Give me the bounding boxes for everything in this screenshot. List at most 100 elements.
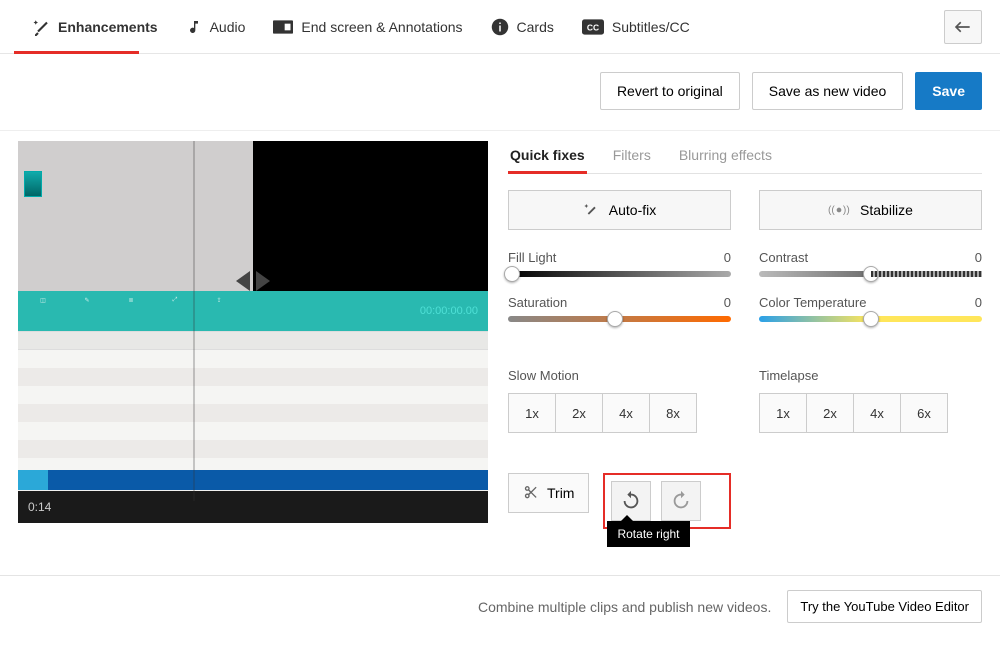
- fill-light-slider[interactable]: [508, 271, 731, 277]
- rotate-controls-highlight: Rotate right: [603, 473, 731, 529]
- save-button[interactable]: Save: [915, 72, 982, 110]
- tab-label: Subtitles/CC: [612, 19, 690, 35]
- contrast-control: Contrast 0: [759, 250, 982, 277]
- speed-option[interactable]: 1x: [759, 393, 807, 433]
- slider-value: 0: [724, 250, 731, 265]
- tool-icon[interactable]: ⤢: [160, 297, 190, 325]
- svg-text:CC: CC: [587, 22, 599, 32]
- tab-enhancements[interactable]: Enhancements: [18, 0, 172, 53]
- tool-icon[interactable]: ◫: [28, 297, 58, 325]
- info-icon: [491, 18, 509, 36]
- start-button-area: [18, 470, 48, 490]
- tool-icon[interactable]: ≣: [116, 297, 146, 325]
- contrast-slider[interactable]: [759, 271, 982, 277]
- speed-option[interactable]: 1x: [508, 393, 556, 433]
- cc-icon: CC: [582, 19, 604, 35]
- tab-subtitles[interactable]: CC Subtitles/CC: [568, 0, 704, 53]
- timecode: 00:00:00.00: [420, 305, 478, 317]
- slow-motion-label: Slow Motion: [508, 368, 731, 383]
- fill-light-control: Fill Light 0: [508, 250, 731, 277]
- timelapse-options: 1x 2x 4x 6x: [759, 393, 982, 433]
- timeline-tracks: [18, 350, 488, 470]
- preview-compare[interactable]: Original Preview: [18, 141, 488, 291]
- stabilize-icon: (()): [828, 202, 850, 218]
- timeline[interactable]: [18, 331, 488, 491]
- speed-option[interactable]: 4x: [853, 393, 901, 433]
- subtab-blurring[interactable]: Blurring effects: [677, 141, 774, 173]
- slider-knob[interactable]: [504, 266, 520, 282]
- original-side: [18, 141, 253, 291]
- tab-audio[interactable]: Audio: [172, 0, 260, 53]
- trim-button[interactable]: Trim: [508, 473, 589, 513]
- scrub-time: 0:14: [28, 500, 51, 514]
- sub-tabs: Quick fixes Filters Blurring effects: [508, 141, 982, 174]
- tool-icon[interactable]: ✎: [72, 297, 102, 325]
- subtab-label: Filters: [613, 147, 651, 163]
- speed-option[interactable]: 8x: [649, 393, 697, 433]
- speed-option[interactable]: 2x: [806, 393, 854, 433]
- endscreen-icon: [273, 20, 293, 34]
- tab-cards[interactable]: Cards: [477, 0, 568, 53]
- tab-label: Enhancements: [58, 19, 158, 35]
- footer-text: Combine multiple clips and publish new v…: [478, 599, 771, 615]
- speed-option[interactable]: 6x: [900, 393, 948, 433]
- button-label: Revert to original: [617, 83, 723, 99]
- tab-endscreen[interactable]: End screen & Annotations: [259, 0, 476, 53]
- button-label: Save: [932, 83, 965, 99]
- speed-option[interactable]: 2x: [555, 393, 603, 433]
- main-area: Original Preview ◫ ✎ ≣ ⤢ ⇪ 00:00:00.00: [0, 131, 1000, 529]
- button-label: Try the YouTube Video Editor: [800, 599, 969, 614]
- subtab-label: Blurring effects: [679, 147, 772, 163]
- stabilize-button[interactable]: (()) Stabilize: [759, 190, 982, 230]
- arrow-right-icon: [256, 271, 270, 291]
- subtab-filters[interactable]: Filters: [611, 141, 653, 173]
- controls-panel: Quick fixes Filters Blurring effects Aut…: [508, 141, 982, 529]
- preview-side: [253, 141, 488, 291]
- timeline-ruler: [18, 332, 488, 350]
- os-taskbar: [18, 470, 488, 490]
- subtab-label: Quick fixes: [510, 147, 585, 163]
- arrow-left-icon: [236, 271, 250, 291]
- slider-label: Saturation: [508, 295, 567, 310]
- preview-pane: Original Preview ◫ ✎ ≣ ⤢ ⇪ 00:00:00.00: [18, 141, 488, 529]
- rotate-right-icon: [620, 490, 642, 512]
- slider-value: 0: [975, 250, 982, 265]
- tab-label: Audio: [210, 19, 246, 35]
- saturation-control: Saturation 0: [508, 295, 731, 322]
- slider-knob[interactable]: [607, 311, 623, 327]
- compare-divider-handle[interactable]: [193, 141, 195, 501]
- tab-label: End screen & Annotations: [301, 19, 462, 35]
- scissors-icon: [523, 485, 539, 501]
- tab-label: Cards: [517, 19, 554, 35]
- slider-knob[interactable]: [863, 311, 879, 327]
- slider-value: 0: [724, 295, 731, 310]
- rotate-left-icon: [670, 490, 692, 512]
- slider-knob[interactable]: [863, 266, 879, 282]
- slider-value: 0: [975, 295, 982, 310]
- compare-arrows[interactable]: [236, 271, 270, 291]
- color-temperature-control: Color Temperature0: [759, 295, 982, 322]
- editor-tool-icons: ◫ ✎ ≣ ⤢ ⇪: [28, 297, 234, 325]
- svg-text:((: ((: [828, 205, 835, 216]
- tool-icon[interactable]: ⇪: [204, 297, 234, 325]
- revert-button[interactable]: Revert to original: [600, 72, 740, 110]
- timelapse-label: Timelapse: [759, 368, 982, 383]
- autofix-button[interactable]: Auto-fix: [508, 190, 731, 230]
- subtab-quick-fixes[interactable]: Quick fixes: [508, 141, 587, 173]
- color-temperature-slider[interactable]: [759, 316, 982, 322]
- speed-option[interactable]: 4x: [602, 393, 650, 433]
- editor-toolbar: ◫ ✎ ≣ ⤢ ⇪ 00:00:00.00: [18, 291, 488, 331]
- button-label: Auto-fix: [609, 202, 656, 218]
- back-arrow-icon: [953, 20, 973, 34]
- slider-label: Fill Light: [508, 250, 556, 265]
- slider-label: Contrast: [759, 250, 808, 265]
- video-scrubber[interactable]: 0:14: [18, 491, 488, 523]
- rotate-left-button[interactable]: [661, 481, 701, 521]
- note-icon: [186, 19, 202, 35]
- back-button[interactable]: [944, 10, 982, 44]
- bottom-tools: Trim Rotate right: [508, 473, 982, 529]
- saturation-slider[interactable]: [508, 316, 731, 322]
- save-as-new-button[interactable]: Save as new video: [752, 72, 904, 110]
- rotate-right-tooltip: Rotate right: [607, 521, 689, 547]
- try-video-editor-button[interactable]: Try the YouTube Video Editor: [787, 590, 982, 623]
